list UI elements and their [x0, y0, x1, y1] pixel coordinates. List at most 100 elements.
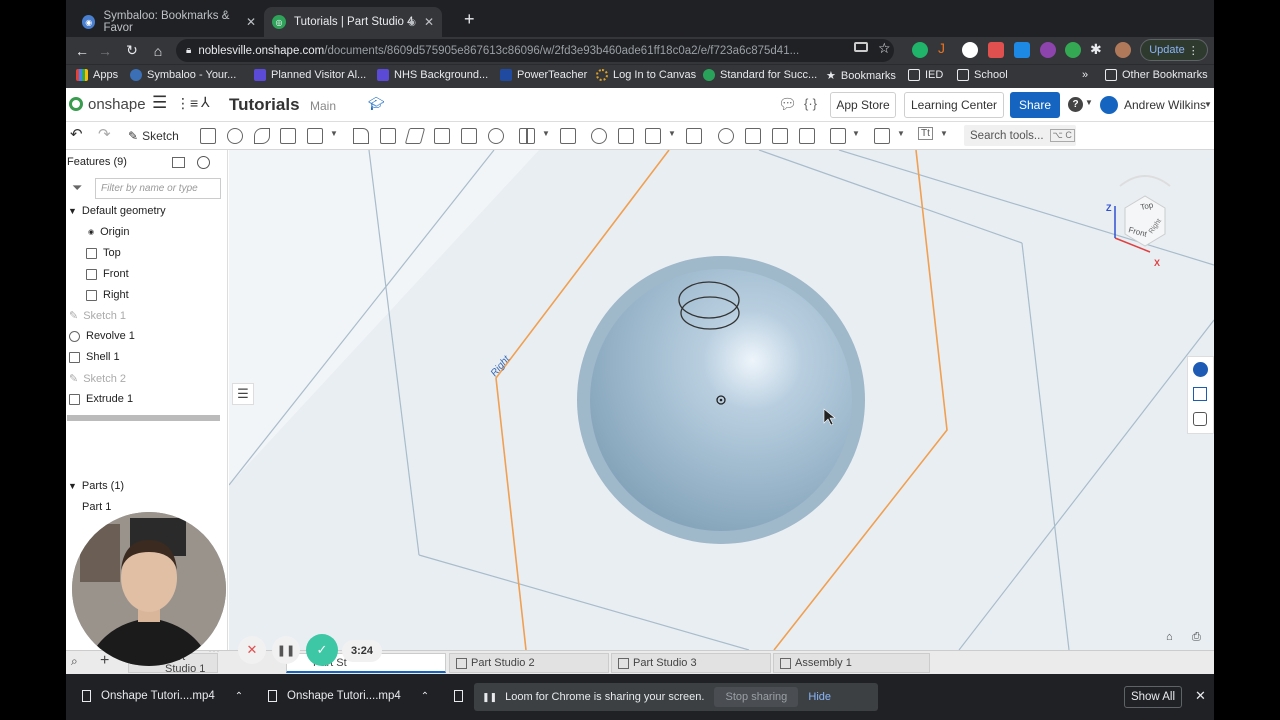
finish-recording-button[interactable]: ✓: [306, 634, 338, 666]
split-icon[interactable]: [618, 128, 634, 144]
screencastify-icon[interactable]: [988, 42, 1004, 58]
reload-icon[interactable]: ↻: [119, 42, 145, 59]
document-title[interactable]: Tutorials: [229, 95, 300, 115]
fillet-icon[interactable]: [353, 128, 369, 144]
show-all-button[interactable]: Show All: [1124, 686, 1182, 708]
bookmark-powerteacher[interactable]: PowerTeacher: [500, 69, 587, 81]
configurations-icon[interactable]: [1193, 412, 1207, 426]
download-item[interactable]: Onshape Tutori....mp4 ⌃: [268, 690, 429, 702]
home-icon[interactable]: ⌂: [145, 43, 171, 59]
extension-s-icon[interactable]: [962, 42, 978, 58]
more-options-icon[interactable]: ⋯: [208, 644, 220, 658]
boolean-icon[interactable]: [591, 128, 607, 144]
share-button[interactable]: Share: [1010, 92, 1060, 118]
app-store-button[interactable]: App Store: [830, 92, 896, 118]
bookmark-bookmarks[interactable]: ★ Bookmarks: [826, 69, 896, 83]
bookmark-nhs[interactable]: NHS Background...: [377, 69, 488, 81]
forward-icon[interactable]: →: [92, 43, 118, 59]
filter-input[interactable]: Filter by name or type: [95, 178, 221, 199]
extension-green-icon[interactable]: [1065, 42, 1081, 58]
rib-icon[interactable]: [434, 128, 450, 144]
default-geometry-folder[interactable]: ▼ Default geometry: [68, 205, 166, 217]
stop-sharing-button[interactable]: Stop sharing: [714, 687, 799, 707]
sketch-button[interactable]: ✎ Sketch: [128, 126, 179, 146]
tab-search-icon[interactable]: ⌕: [71, 654, 78, 669]
cast-icon[interactable]: [854, 42, 868, 52]
pause-recording-button[interactable]: ❚❚: [272, 636, 300, 664]
branch-icon[interactable]: ⅄: [201, 94, 210, 111]
rollback-bar[interactable]: [67, 415, 220, 421]
bookmark-symbaloo[interactable]: Symbaloo - Your...: [130, 69, 236, 81]
chamfer-icon[interactable]: [380, 128, 396, 144]
zoom-icon[interactable]: [1014, 42, 1030, 58]
profile-avatar-icon[interactable]: [1115, 42, 1131, 58]
mirror-icon[interactable]: [560, 128, 576, 144]
list-toggle-icon[interactable]: ☰: [232, 383, 254, 405]
feature-top-plane[interactable]: Top: [86, 247, 121, 259]
bookmark-planned-visitor[interactable]: Planned Visitor Al...: [254, 69, 366, 81]
bookmark-standard[interactable]: Standard for Succ...: [703, 69, 817, 81]
help-icon[interactable]: ?: [1068, 97, 1083, 112]
delete-face-icon[interactable]: [745, 128, 761, 144]
close-shelf-icon[interactable]: ✕: [1195, 688, 1206, 704]
chevron-down-icon[interactable]: ▼: [940, 129, 948, 138]
feature-sketch-1[interactable]: ✎ Sketch 1: [69, 309, 126, 323]
hide-button[interactable]: Hide: [808, 691, 831, 703]
thicken-icon[interactable]: [307, 128, 323, 144]
branch-name[interactable]: Main: [310, 99, 336, 113]
filter-funnel-icon[interactable]: ⏷: [72, 180, 82, 196]
delete-part-icon[interactable]: [686, 128, 702, 144]
pattern-icon[interactable]: [519, 128, 535, 144]
feature-sketch-2[interactable]: ✎ Sketch 2: [69, 372, 126, 386]
add-folder-icon[interactable]: [172, 157, 185, 168]
download-item[interactable]: Onshape Tutori....mp4 ⌃: [82, 690, 243, 702]
variables-icon[interactable]: {·}: [804, 96, 817, 111]
extrude-icon[interactable]: [200, 128, 216, 144]
shell-icon[interactable]: [461, 128, 477, 144]
extensions-puzzle-icon[interactable]: ✱: [1090, 41, 1102, 58]
revolve-icon[interactable]: [227, 128, 243, 144]
feature-origin[interactable]: ◉ Origin: [88, 226, 129, 238]
bookmark-folder-school[interactable]: School: [957, 69, 1008, 81]
feature-revolve-1[interactable]: Revolve 1: [69, 330, 135, 342]
chevron-down-icon[interactable]: ▼: [852, 129, 860, 138]
chevron-down-icon[interactable]: ▼: [1085, 98, 1093, 107]
bookmark-apps[interactable]: Apps: [76, 69, 118, 81]
feature-front-plane[interactable]: Front: [86, 268, 129, 280]
search-tools-input[interactable]: Search tools... ⌥ C: [964, 125, 1076, 146]
update-button[interactable]: Update ⋮: [1140, 39, 1208, 61]
chevron-down-icon[interactable]: ▼: [1204, 100, 1212, 109]
chevron-down-icon[interactable]: ▼: [542, 129, 550, 138]
plane-icon[interactable]: [830, 128, 846, 144]
parts-folder[interactable]: ▼ Parts (1): [68, 480, 124, 492]
transform-icon[interactable]: [645, 128, 661, 144]
feature-shell-1[interactable]: Shell 1: [69, 351, 120, 363]
tab-assembly-1[interactable]: Assembly 1: [773, 653, 930, 673]
menu-icon[interactable]: ☰: [152, 93, 167, 113]
view-cube[interactable]: Top Front Right Z X: [1095, 168, 1185, 278]
chevron-down-icon[interactable]: ▼: [330, 129, 338, 138]
bookmark-folder-ied[interactable]: IED: [908, 69, 943, 81]
mass-properties-icon[interactable]: [1193, 387, 1207, 401]
hole-icon[interactable]: [488, 128, 504, 144]
undo-icon[interactable]: ↶: [70, 125, 83, 143]
version-graph-icon[interactable]: ⋮≡: [176, 95, 198, 112]
url-field[interactable]: 🔒︎ noblesville.onshape.com /documents/86…: [176, 39, 894, 62]
feature-extrude-1[interactable]: Extrude 1: [69, 393, 133, 405]
sweep-icon[interactable]: [254, 128, 270, 144]
tab-symbaloo[interactable]: ◉ Symbaloo: Bookmarks & Favor ✕: [74, 7, 264, 37]
bookmark-other[interactable]: Other Bookmarks: [1105, 69, 1208, 81]
move-face-icon[interactable]: [772, 128, 788, 144]
tab-tutorials[interactable]: ◎ Tutorials | Part Studio 4 ◉ ✕: [264, 7, 442, 37]
user-name[interactable]: Andrew Wilkins: [1124, 98, 1206, 112]
model-scene[interactable]: Right: [229, 150, 1214, 650]
appearance-icon[interactable]: [1193, 362, 1208, 377]
mate-connector-icon[interactable]: [874, 128, 890, 144]
comments-icon[interactable]: 💬︎: [778, 95, 797, 113]
text-tool-icon[interactable]: Tt: [918, 127, 933, 140]
tab-part-studio-2[interactable]: Part Studio 2: [449, 653, 609, 673]
extension-colorful-icon[interactable]: [1040, 42, 1056, 58]
chevron-up-icon[interactable]: ⌃: [235, 691, 243, 702]
section-view-icon[interactable]: ⌂: [1166, 631, 1173, 643]
extension-j-icon[interactable]: J: [938, 40, 954, 56]
